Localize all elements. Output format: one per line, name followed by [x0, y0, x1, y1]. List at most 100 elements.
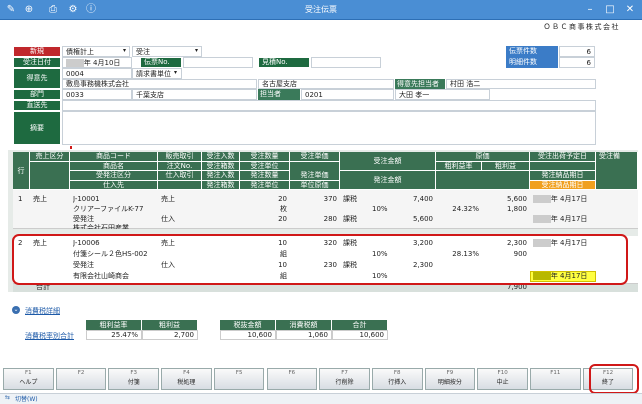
bumon-name: 千葉支店 [132, 89, 257, 100]
denpyo-count-value: 6 [559, 46, 595, 57]
col-tanka-genka: 単位原価 [290, 180, 340, 190]
col-juchu-irisu: 受注入数 [202, 152, 240, 162]
denpyo-no-label: 伝票No. [140, 57, 182, 68]
switch-link[interactable]: 切替(W) [15, 394, 38, 403]
row-shiire: 仕入 [161, 215, 175, 223]
col-arari-ritsu: 粗利益率 [436, 161, 482, 171]
col-hatchu-tani: 発注単位 [240, 180, 290, 190]
row-qty2: 20 [278, 215, 287, 223]
fkey-f11-button[interactable]: F11 [530, 368, 581, 390]
search-icon[interactable]: ⊕ [22, 3, 36, 17]
maximize-icon[interactable]: □ [603, 2, 617, 17]
tantosha-code-field[interactable]: 0201 [301, 89, 394, 100]
col-juchu-tani: 受注単位 [240, 161, 290, 171]
col-gyo: 行 [13, 152, 30, 190]
fkey-f9-button[interactable]: F9 明細按分 [424, 368, 476, 390]
tantosha-name: 大田 孝一 [395, 89, 490, 100]
switch-icon[interactable]: ⇆ [5, 394, 10, 401]
col-juchu-suryo: 受注数量 [240, 152, 290, 162]
fkey-label: 行削除 [335, 379, 354, 386]
chokuso-label: 直送先 [13, 100, 61, 111]
minimize-icon[interactable]: – [583, 2, 597, 17]
fkey-number: F2 [77, 370, 85, 376]
col-hatchu-suryo: 発注数量 [240, 171, 290, 181]
fkey-f8-button[interactable]: F8 行挿入 [371, 368, 423, 390]
meisai-count-label: 明細件数 [506, 57, 558, 68]
company-name: ＯＢＣ商事株式会社 [543, 23, 620, 31]
kubun-select-b[interactable]: 受注 [132, 46, 202, 57]
bumon-label: 部門 [13, 89, 61, 100]
row-genka: 5,600 [506, 195, 527, 203]
col-blank4 [436, 171, 530, 190]
tekiyo-field[interactable] [62, 111, 596, 145]
tax-detail-link[interactable]: 消費税詳細 [25, 306, 60, 316]
mitsumori-no-label: 見積No. [258, 57, 310, 68]
expand-icon[interactable]: ⌄ [12, 306, 20, 314]
sum-gokei-header: 合計 [332, 320, 388, 330]
fkey-number: F3 [130, 370, 138, 376]
tantosha-label: 担当者 [258, 89, 300, 100]
col-blank5 [530, 161, 596, 171]
print-icon[interactable]: ⎙ [46, 3, 60, 17]
row-arari: 1,800 [506, 205, 527, 213]
kubun-select-a[interactable]: 債権計上 [62, 46, 130, 57]
close-icon[interactable]: ✕ [623, 2, 637, 17]
col-arari: 粗利益 [482, 161, 530, 171]
tax-rate-total-link[interactable]: 消費税率別合計 [25, 331, 74, 341]
fkey-label: 中止 [496, 379, 509, 386]
sum-arari-header: 粗利益 [142, 320, 198, 330]
mitsumori-no-field[interactable] [311, 57, 381, 68]
row-no: 1 [18, 195, 23, 203]
col-hatchu-irisu: 発注入数 [202, 171, 240, 181]
tokuisaki-code-field[interactable]: 0004 [62, 68, 132, 79]
col-shohin-code: 商品コード [70, 152, 158, 162]
highlight-box [12, 234, 628, 285]
row-code: J-10001 [73, 195, 100, 203]
bumon-code-field[interactable]: 0033 [62, 89, 132, 100]
tekiyo-label: 摘要 [13, 111, 61, 145]
row-name: クリアーファイルK-77 [73, 205, 144, 213]
chokuso-field[interactable] [62, 100, 596, 111]
fkey-number: F8 [393, 370, 401, 376]
fkey-f2-button[interactable]: F2 [55, 368, 107, 390]
col-genka: 原価 [436, 152, 530, 162]
chevron-down-icon: ▾ [195, 47, 199, 54]
tokuisaki-branch: 名古屋支店 [258, 79, 394, 89]
sum-shohizei: 1,060 [276, 330, 332, 340]
settings-icon[interactable]: ⚙ [66, 3, 80, 17]
row-price: 370 [323, 195, 337, 203]
col-shiiresaki: 仕入先 [70, 180, 158, 190]
tokuisaki-name: 敷島事務機株式会社 [62, 79, 257, 89]
col-shohin-name: 商品名 [70, 161, 158, 171]
app-icon[interactable]: ✎ [4, 3, 18, 17]
info-icon[interactable]: ⓘ [84, 3, 98, 17]
col-hatchu-hakosu: 発注箱数 [202, 180, 240, 190]
fkey-f3-button[interactable]: F3 付箋 [108, 368, 160, 390]
row-amount: 7,400 [412, 195, 433, 203]
row-price2: 280 [323, 215, 337, 223]
row-date2: 0000年 4月17日 [533, 215, 588, 223]
row-arari-ritsu: 24.32% [452, 205, 479, 213]
row-hanbai: 売上 [161, 195, 175, 203]
fkey-f4-button[interactable]: F4 税処理 [161, 368, 212, 390]
fkey-label: 付箋 [127, 379, 140, 386]
row-rate: 10% [372, 205, 388, 213]
fkey-f6-button[interactable]: F6 [266, 368, 318, 390]
col-hanbai: 販売取引 [158, 152, 202, 162]
sum-gokei: 10,600 [332, 330, 388, 340]
row-shiiresaki: 株式会社石田産業 [73, 224, 129, 229]
fkey-f5-button[interactable]: F5 [213, 368, 265, 390]
fkey-f7-button[interactable]: F7 行削除 [319, 368, 370, 390]
row-amount2: 5,600 [412, 215, 433, 223]
col-shiire: 仕入取引 [158, 171, 202, 181]
fkey-f1-button[interactable]: F1 ヘルプ [3, 368, 54, 390]
juchu-date-field[interactable]: 0000年 4月10日 [62, 57, 132, 68]
col-hatchu-tanka: 発注単価 [290, 171, 340, 181]
denpyo-no-field[interactable] [183, 57, 253, 68]
row-date: 0000年 4月17日 [533, 195, 588, 203]
col-hatchu-kingaku: 発注金額 [340, 171, 436, 190]
sum-zeinuki-header: 税抜金額 [220, 320, 276, 330]
fkey-number: F9 [446, 370, 454, 376]
fkey-f10-button[interactable]: F10 中止 [477, 368, 528, 390]
fkey-number: F7 [341, 370, 348, 376]
